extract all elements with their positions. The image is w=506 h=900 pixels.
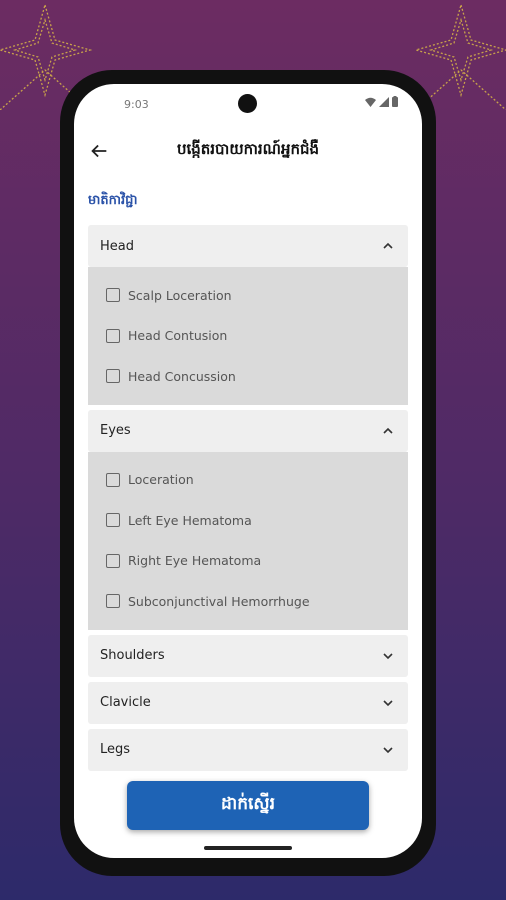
- checkbox[interactable]: [106, 328, 120, 343]
- option-label: Loceration: [128, 472, 194, 488]
- option-label: Head Contusion: [128, 328, 228, 344]
- option-head-concussion[interactable]: Head Concussion: [106, 356, 390, 397]
- group-legs: Legs: [88, 728, 408, 771]
- group-header-legs[interactable]: Legs: [88, 728, 408, 771]
- group-header-clavicle[interactable]: Clavicle: [88, 681, 408, 724]
- app-screen: 9:03 បង្កើតរបាយការណ៍អ្នកជំងឺ មាតិកាវិជ្ជ…: [74, 84, 422, 858]
- checkbox[interactable]: [106, 513, 120, 528]
- group-shoulders: Shoulders: [88, 634, 408, 677]
- option-label: Right Eye Hematoma: [128, 553, 262, 569]
- checkbox[interactable]: [106, 594, 120, 609]
- option-left-eye-hematoma[interactable]: Left Eye Hematoma: [106, 500, 390, 541]
- status-bar: 9:03: [74, 94, 422, 116]
- group-label: Shoulders: [100, 648, 165, 663]
- group-header-shoulders[interactable]: Shoulders: [88, 634, 408, 677]
- checkbox[interactable]: [106, 288, 120, 303]
- group-label: Head: [100, 238, 134, 254]
- signal-icon: [379, 96, 389, 107]
- chevron-up-icon: [383, 427, 393, 434]
- option-label: Head Concussion: [128, 368, 236, 384]
- injury-list: Head Scalp Loceration Head Contusion Hea…: [88, 225, 408, 775]
- chevron-up-icon: [383, 242, 393, 249]
- option-right-eye-hematoma[interactable]: Right Eye Hematoma: [106, 541, 390, 582]
- group-label: Clavicle: [100, 695, 151, 710]
- front-camera: [238, 94, 257, 113]
- checkbox[interactable]: [106, 553, 120, 568]
- section-title: មាតិកាវិជ្ជា: [88, 193, 138, 208]
- option-scalp-loceration[interactable]: Scalp Loceration: [106, 275, 390, 316]
- status-icons: [365, 96, 398, 107]
- group-body-head: Scalp Loceration Head Contusion Head Con…: [88, 267, 408, 405]
- home-indicator: [204, 846, 292, 850]
- back-arrow-icon[interactable]: [88, 140, 110, 162]
- page-title: បង្កើតរបាយការណ៍អ្នកជំងឺ: [176, 140, 320, 158]
- battery-icon: [392, 96, 398, 107]
- checkbox[interactable]: [106, 472, 120, 487]
- checkbox[interactable]: [106, 369, 120, 384]
- submit-button[interactable]: ដាក់ស្នើរ: [127, 781, 369, 830]
- group-label: Eyes: [100, 423, 131, 438]
- option-label: Left Eye Hematoma: [128, 512, 252, 528]
- group-head: Head Scalp Loceration Head Contusion Hea…: [88, 225, 408, 405]
- chevron-down-icon: [383, 746, 393, 753]
- app-header: បង្កើតរបាយការណ៍អ្នកជំងឺ: [74, 136, 422, 170]
- wifi-icon: [365, 97, 376, 107]
- group-header-head[interactable]: Head: [88, 225, 408, 267]
- group-header-eyes[interactable]: Eyes: [88, 409, 408, 452]
- option-label: Subconjunctival Hemorrhuge: [128, 593, 310, 609]
- option-loceration[interactable]: Loceration: [106, 460, 390, 501]
- chevron-down-icon: [383, 699, 393, 706]
- option-label: Scalp Loceration: [128, 287, 232, 303]
- option-head-contusion[interactable]: Head Contusion: [106, 316, 390, 357]
- group-label: Legs: [100, 742, 131, 757]
- group-clavicle: Clavicle: [88, 681, 408, 724]
- status-time: 9:03: [124, 98, 149, 111]
- group-body-eyes: Loceration Left Eye Hematoma Right Eye H…: [88, 451, 408, 630]
- option-subconjunctival-hemorrhuge[interactable]: Subconjunctival Hemorrhuge: [106, 581, 390, 622]
- chevron-down-icon: [383, 652, 393, 659]
- group-eyes: Eyes Loceration Left Eye Hematoma Right …: [88, 409, 408, 630]
